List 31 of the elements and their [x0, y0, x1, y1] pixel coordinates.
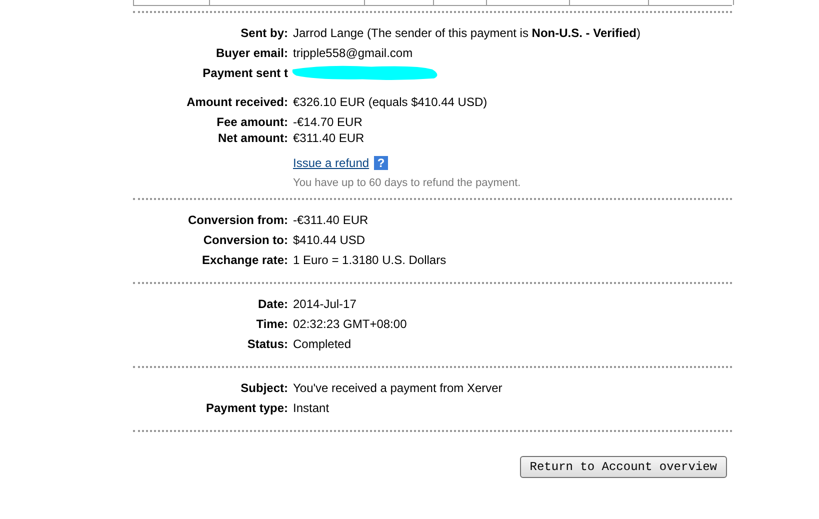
- field-label: Amount received:: [186, 95, 289, 110]
- field-label: Payment type:: [204, 401, 289, 416]
- field-label: Conversion from:: [186, 213, 289, 228]
- field-value: $410.44 USD: [293, 233, 366, 248]
- return-button[interactable]: Return to Account overview: [520, 456, 727, 478]
- field-label: Exchange rate:: [200, 253, 289, 268]
- field-value: 2014-Jul-17: [293, 297, 356, 312]
- field-value: Jarrod Lange (The sender of this payment is Non-U.S. - Verified): [293, 26, 640, 41]
- field-label: Subject:: [240, 381, 289, 396]
- field-label: Conversion to:: [202, 233, 289, 248]
- field-label: Fee amount:: [216, 115, 289, 130]
- field-label: Buyer email:: [214, 46, 289, 61]
- field-value: €311.40 EUR: [293, 131, 364, 146]
- field-label: Time:: [255, 317, 289, 332]
- field-value: -€14.70 EUR: [293, 115, 362, 130]
- field-value: 02:32:23 GMT+08:00: [293, 317, 407, 332]
- field-label: Payment sent t: [202, 66, 289, 81]
- refund-link[interactable]: Issue a refund: [293, 156, 370, 170]
- field-value: You've received a payment from Xerver: [293, 381, 502, 396]
- field-label: Net amount:: [217, 131, 289, 146]
- field-label: Status:: [246, 337, 289, 352]
- field-label: Sent by:: [240, 26, 289, 41]
- field-value: Completed: [293, 337, 352, 352]
- field-value: 1 Euro = 1.3180 U.S. Dollars: [293, 253, 446, 268]
- field-value: Instant: [293, 401, 330, 416]
- field-value: €326.10 EUR (equals $410.44 USD): [293, 95, 488, 110]
- refund-note: You have up to 60 days to refund the payment.: [293, 177, 522, 189]
- field-label: Date:: [256, 297, 289, 312]
- help-icon[interactable]: ?: [374, 156, 388, 170]
- field-value: -€311.40 EUR: [293, 213, 368, 228]
- field-value: tripple558@gmail.com: [293, 46, 413, 61]
